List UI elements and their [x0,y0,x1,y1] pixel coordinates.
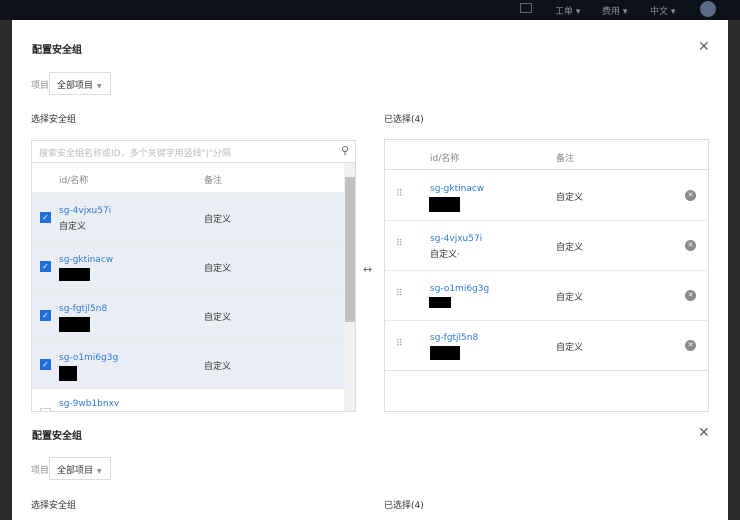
nav-language[interactable]: 中文 ▾ [650,4,675,17]
row-note: 自定义 [556,193,584,203]
col-id: id/名称 [59,176,89,186]
nav-ticket[interactable]: 工单 ▾ [555,4,580,17]
row-id[interactable]: sg-o1mi6g3g [59,353,118,363]
close-icon[interactable]: ✕ [698,425,710,441]
avatar[interactable] [700,1,716,17]
col-id: id/名称 [430,154,460,164]
row-name: 自定义 [59,222,87,232]
col-note: 备注 [204,176,223,186]
row-note: 自定义 [204,313,232,323]
available-title: 选择安全组 [31,501,77,511]
selected-rows: ⠿ sg-gktinacw 自定义 ✕ ⠿ sg-4vjxu57i 自定义· 自… [385,171,708,371]
table-header: id/名称 备注 [385,140,708,170]
close-icon[interactable]: ✕ [698,39,710,55]
checkbox[interactable]: ✓ [40,310,51,321]
project-select[interactable]: 全部项目 ▼ [49,72,111,95]
scrollbar-thumb[interactable] [345,177,355,322]
checkbox[interactable]: ✓ [40,261,51,272]
redacted-name [59,268,90,281]
row-id[interactable]: sg-4vjxu57i [59,206,111,216]
row-id[interactable]: sg-9wb1bnxv [59,399,119,409]
row-id[interactable]: sg-fgtjl5n8 [59,304,107,314]
table-row: ⠿ sg-o1mi6g3g 自定义 ✕ [385,271,708,321]
table-row[interactable]: ✓ sg-gktinacw 自定义 [32,242,344,291]
table-row: ⠿ sg-4vjxu57i 自定义· 自定义 ✕ [385,221,708,271]
row-id[interactable]: sg-gktinacw [430,184,484,194]
dialog-title: 配置安全组 [32,45,82,56]
row-note: 自定义 [556,293,584,303]
col-note: 备注 [556,154,575,164]
drag-handle-icon[interactable]: ⠿ [396,289,403,299]
table-row: ⠿ sg-gktinacw 自定义 ✕ [385,171,708,221]
row-id[interactable]: sg-4vjxu57i [430,234,482,244]
selected-title: 已选择(4) [384,501,424,511]
project-select-value: 全部项目 [57,466,94,476]
dialog-title: 配置安全组 [32,431,82,442]
selected-list: id/名称 备注 ⠿ sg-gktinacw 自定义 ✕ ⠿ sg-4vjxu5… [384,139,709,412]
row-id[interactable]: sg-o1mi6g3g [430,284,489,294]
search-icon[interactable]: ⚲ [341,144,349,157]
search-input[interactable]: 搜索安全组名称或ID，多个关键字用竖线"|"分隔 [32,141,355,163]
drag-handle-icon[interactable]: ⠿ [396,189,403,199]
remove-icon[interactable]: ✕ [685,240,696,251]
row-note: 自定义 [204,264,232,274]
drag-handle-icon[interactable]: ⠿ [396,239,403,249]
redacted-name [59,317,90,332]
table-header: id/名称 备注 [32,163,344,193]
scrollbar[interactable] [344,163,355,411]
row-note: 自定义 [556,343,584,353]
table-row: ⠿ sg-fgtjl5n8 自定义 ✕ [385,321,708,371]
row-id[interactable]: sg-gktinacw [59,255,113,265]
row-note: 自定义 [204,362,232,372]
search-placeholder: 搜索安全组名称或ID，多个关键字用竖线"|"分隔 [39,149,231,159]
configure-security-group-dialog: 配置安全组 ✕ 项目 全部项目 ▼ 选择安全组 已选择(4) 搜索安全组名称或ID… [12,20,728,520]
available-list: 搜索安全组名称或ID，多个关键字用竖线"|"分隔 ⚲ id/名称 备注 ✓ sg… [31,140,356,412]
table-row[interactable]: ✓ sg-4vjxu57i 自定义 自定义 [32,193,344,242]
row-note: 自定义 [556,243,584,253]
project-label: 项目 [31,81,50,91]
remove-icon[interactable]: ✕ [685,190,696,201]
project-select-value: 全部项目 [57,81,94,91]
project-select[interactable]: 全部项目 ▼ [49,457,111,480]
nav-billing[interactable]: 费用 ▾ [602,4,627,17]
mail-icon[interactable] [520,3,532,13]
row-name: 自定义· [430,250,460,260]
remove-icon[interactable]: ✕ [685,340,696,351]
available-rows: ✓ sg-4vjxu57i 自定义 自定义 ✓ sg-gktinacw 自定义 … [32,193,344,411]
project-label: 项目 [31,466,50,476]
drag-handle-icon[interactable]: ⠿ [396,339,403,349]
caret-down-icon: ▼ [97,83,102,90]
row-note: 自定义 [204,215,232,225]
row-id[interactable]: sg-fgtjl5n8 [430,333,478,343]
transfer-arrows-icon: ↔ [363,263,373,276]
selected-title: 已选择(4) [384,115,424,125]
table-row[interactable]: ✓ sg-fgtjl5n8 自定义 [32,291,344,340]
caret-down-icon: ▼ [97,468,102,475]
redacted-name [429,197,460,212]
table-row[interactable]: sg-9wb1bnxv [32,389,344,411]
table-row[interactable]: ✓ sg-o1mi6g3g 自定义 [32,340,344,389]
dialog-repeat-section: 配置安全组 ✕ 项目 全部项目 ▼ 选择安全组 已选择(4) [12,412,728,520]
available-title: 选择安全组 [31,115,77,125]
checkbox[interactable]: ✓ [40,359,51,370]
redacted-name [429,297,451,308]
checkbox[interactable]: ✓ [40,212,51,223]
redacted-name [59,366,77,381]
remove-icon[interactable]: ✕ [685,290,696,301]
redacted-name [430,346,460,360]
top-navbar: 工单 ▾ 费用 ▾ 中文 ▾ [0,0,740,20]
